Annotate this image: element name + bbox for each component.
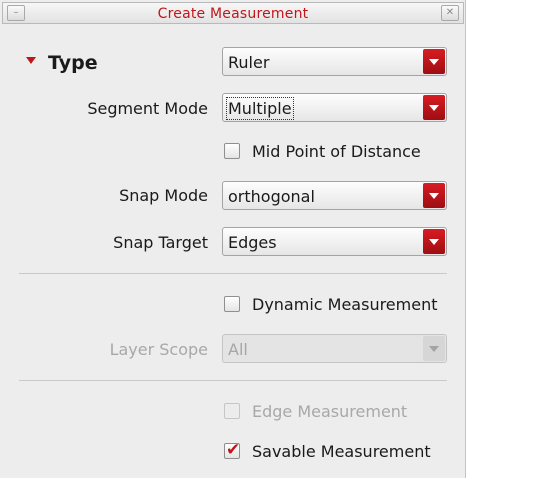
snap-target-combo[interactable]: Edges (222, 227, 447, 256)
layer-scope-combo: All (222, 334, 447, 363)
edge-measurement-checkbox (224, 403, 240, 419)
chevron-down-icon[interactable] (423, 183, 445, 208)
title-bar: – Create Measurement ✕ (2, 2, 464, 24)
snap-target-value: Edges (228, 233, 277, 252)
chevron-down-icon[interactable] (423, 229, 445, 254)
savable-measurement-checkbox[interactable]: ✔ (224, 440, 241, 460)
divider (19, 273, 447, 274)
layer-scope-value: All (228, 340, 248, 359)
snap-mode-combo[interactable]: orthogonal (222, 181, 447, 210)
layer-scope-label: Layer Scope (109, 340, 208, 359)
type-combo[interactable]: Ruler (222, 47, 447, 76)
type-combo-value: Ruler (228, 53, 270, 72)
savable-measurement-label[interactable]: Savable Measurement (252, 442, 431, 461)
checkmark-icon: ✔ (226, 440, 241, 460)
type-section-heading: Type (48, 52, 98, 74)
mid-point-label[interactable]: Mid Point of Distance (252, 142, 421, 161)
segment-mode-label: Segment Mode (87, 99, 208, 118)
dynamic-measurement-label[interactable]: Dynamic Measurement (252, 295, 438, 314)
chevron-down-icon (423, 336, 445, 361)
dynamic-measurement-checkbox[interactable] (224, 296, 240, 312)
snap-mode-label: Snap Mode (119, 186, 208, 205)
chevron-down-icon[interactable] (423, 95, 445, 120)
window-title: Create Measurement (157, 6, 309, 22)
snap-target-label: Snap Target (113, 233, 208, 252)
mid-point-checkbox[interactable] (224, 143, 240, 159)
edge-measurement-label: Edge Measurement (252, 402, 408, 421)
snap-mode-value: orthogonal (228, 187, 315, 206)
close-icon[interactable]: ✕ (441, 5, 459, 21)
segment-mode-combo[interactable]: Multiple (222, 93, 447, 122)
create-measurement-panel: – Create Measurement ✕ Type Ruler Segmen… (0, 0, 466, 478)
chevron-down-icon[interactable] (423, 49, 445, 74)
collapse-triangle-icon[interactable] (26, 57, 36, 64)
segment-mode-value: Multiple (226, 97, 294, 120)
divider (19, 380, 447, 381)
